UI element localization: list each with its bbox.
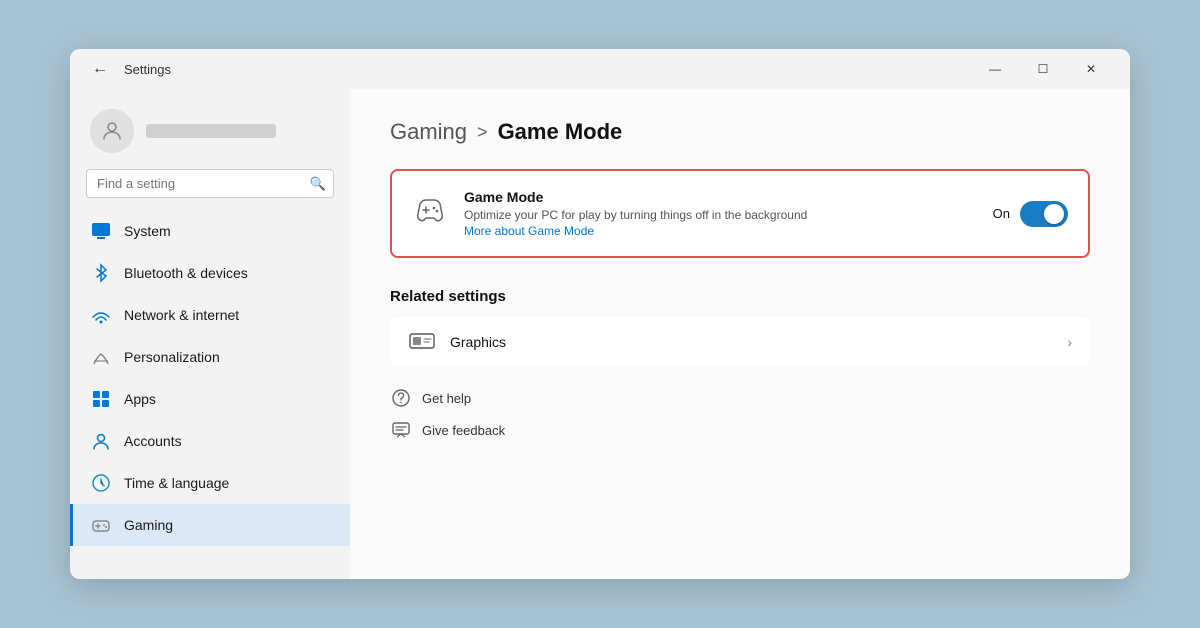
sidebar-item-label-personalization: Personalization [124, 349, 220, 365]
window-title: Settings [124, 62, 171, 77]
bluetooth-icon [90, 262, 112, 284]
personalization-icon [90, 346, 112, 368]
search-box: 🔍 [86, 169, 334, 198]
minimize-button[interactable]: — [972, 53, 1018, 85]
sidebar-item-personalization[interactable]: Personalization [70, 336, 350, 378]
system-icon [90, 220, 112, 242]
toggle-label: On [993, 206, 1010, 221]
sidebar-item-label-apps: Apps [124, 391, 156, 407]
game-mode-info: Game Mode Optimize your PC for play by t… [464, 189, 977, 238]
get-help-icon [390, 387, 412, 409]
breadcrumb-separator: > [477, 122, 488, 143]
user-profile [70, 101, 350, 169]
game-mode-title: Game Mode [464, 189, 977, 205]
game-mode-description: Optimize your PC for play by turning thi… [464, 208, 977, 222]
game-mode-card: Game Mode Optimize your PC for play by t… [390, 169, 1090, 258]
related-settings-card: Graphics › [390, 317, 1090, 367]
sidebar-item-apps[interactable]: Apps [70, 378, 350, 420]
gaming-icon [90, 514, 112, 536]
breadcrumb-parent: Gaming [390, 119, 467, 145]
user-name-placeholder [146, 124, 276, 138]
give-feedback-link[interactable]: Give feedback [390, 419, 1090, 441]
sidebar-item-accounts[interactable]: Accounts [70, 420, 350, 462]
sidebar-item-system[interactable]: System [70, 210, 350, 252]
settings-window: ← Settings — ☐ ✕ 🔍 [70, 49, 1130, 579]
maximize-button[interactable]: ☐ [1020, 53, 1066, 85]
give-feedback-label: Give feedback [422, 423, 505, 438]
title-bar: ← Settings — ☐ ✕ [70, 49, 1130, 89]
sidebar-item-label-gaming: Gaming [124, 517, 173, 533]
sidebar-item-network[interactable]: Network & internet [70, 294, 350, 336]
sidebar-item-label-network: Network & internet [124, 307, 239, 323]
breadcrumb: Gaming > Game Mode [390, 119, 1090, 145]
close-button[interactable]: ✕ [1068, 53, 1114, 85]
avatar [90, 109, 134, 153]
sidebar: 🔍 System Bluetooth & devices Network & [70, 89, 350, 579]
sidebar-item-gaming[interactable]: Gaming [70, 504, 350, 546]
graphics-icon [408, 331, 436, 353]
graphics-label: Graphics [450, 334, 1053, 350]
sidebar-item-label-bluetooth: Bluetooth & devices [124, 265, 248, 281]
related-settings-title: Related settings [390, 288, 1090, 305]
get-help-label: Get help [422, 391, 471, 406]
main-content: Gaming > Game Mode Game Mode [350, 89, 1130, 579]
sidebar-item-time[interactable]: Time & language [70, 462, 350, 504]
title-bar-left: ← Settings [86, 58, 972, 80]
back-button[interactable]: ← [86, 58, 114, 80]
accounts-icon [90, 430, 112, 452]
toggle-area: On [993, 201, 1068, 227]
related-settings-section: Related settings Graphics › [390, 288, 1090, 367]
network-icon [90, 304, 112, 326]
sidebar-item-label-system: System [124, 223, 171, 239]
chevron-right-icon: › [1067, 334, 1072, 350]
content-area: 🔍 System Bluetooth & devices Network & [70, 89, 1130, 579]
time-icon [90, 472, 112, 494]
game-mode-icon [412, 194, 448, 233]
game-mode-toggle[interactable] [1020, 201, 1068, 227]
sidebar-item-label-accounts: Accounts [124, 433, 182, 449]
search-input[interactable] [86, 169, 334, 198]
game-mode-link[interactable]: More about Game Mode [464, 224, 977, 238]
sidebar-item-label-time: Time & language [124, 475, 229, 491]
help-links: Get help Give feedback [390, 387, 1090, 441]
apps-icon [90, 388, 112, 410]
give-feedback-icon [390, 419, 412, 441]
get-help-link[interactable]: Get help [390, 387, 1090, 409]
sidebar-item-bluetooth[interactable]: Bluetooth & devices [70, 252, 350, 294]
graphics-item[interactable]: Graphics › [390, 317, 1090, 367]
breadcrumb-current: Game Mode [498, 119, 623, 145]
window-controls: — ☐ ✕ [972, 53, 1114, 85]
